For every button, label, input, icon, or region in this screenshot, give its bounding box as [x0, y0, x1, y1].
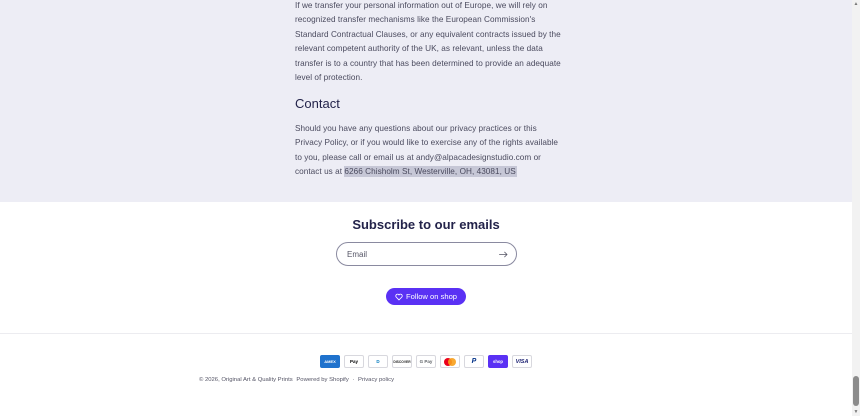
amex-icon: AMEX — [320, 355, 340, 368]
mastercard-icon — [440, 355, 460, 368]
footer-separator: · — [352, 377, 355, 383]
visa-icon: VISA — [512, 355, 532, 368]
discover-icon: DISCOVER — [392, 355, 412, 368]
scrollbar-thumb[interactable] — [853, 376, 859, 406]
paypal-icon: P — [464, 355, 484, 368]
email-input[interactable] — [347, 248, 487, 261]
footer-divider — [0, 333, 852, 334]
privacy-policy-section: If we transfer your personal information… — [0, 0, 852, 202]
apple-pay-label: Pay — [349, 359, 358, 364]
footer-copyright: © 2026, Original Art & Quality Prints Po… — [199, 377, 396, 383]
diners-club-icon: D — [368, 355, 388, 368]
contact-paragraph: Should you have any questions about our … — [295, 122, 563, 180]
google-pay-icon: G Pay — [416, 355, 436, 368]
contact-heading: Contact — [295, 96, 340, 111]
scroll-down-arrow-icon[interactable]: ▼ — [853, 409, 859, 415]
page-scrollbar[interactable]: ▲ ▼ — [852, 0, 860, 416]
payment-icons: AMEX Pay D DISCOVER G Pay P shop VISA — [320, 355, 532, 368]
scroll-up-arrow-icon[interactable]: ▲ — [853, 1, 859, 7]
contact-address-selected: 6266 Chisholm St, Westerville, OH, 43081… — [344, 166, 517, 178]
subscribe-submit-button[interactable] — [496, 248, 510, 261]
follow-on-shop-label: Follow on shop — [405, 292, 458, 301]
newsletter-form — [336, 242, 517, 266]
heart-icon — [395, 293, 403, 301]
apple-pay-icon: Pay — [344, 355, 364, 368]
privacy-policy-link[interactable]: Privacy policy — [358, 377, 394, 383]
copyright-link[interactable]: © 2026, Original Art & Quality Prints — [199, 377, 293, 383]
follow-on-shop-button[interactable]: Follow on shop — [386, 288, 466, 305]
shop-pay-icon: shop — [488, 355, 508, 368]
arrow-right-icon — [498, 251, 508, 258]
powered-by-shopify-link[interactable]: Powered by Shopify — [296, 377, 348, 383]
newsletter-title: Subscribe to our emails — [352, 217, 500, 232]
transfer-paragraph: If we transfer your personal information… — [295, 1, 561, 83]
